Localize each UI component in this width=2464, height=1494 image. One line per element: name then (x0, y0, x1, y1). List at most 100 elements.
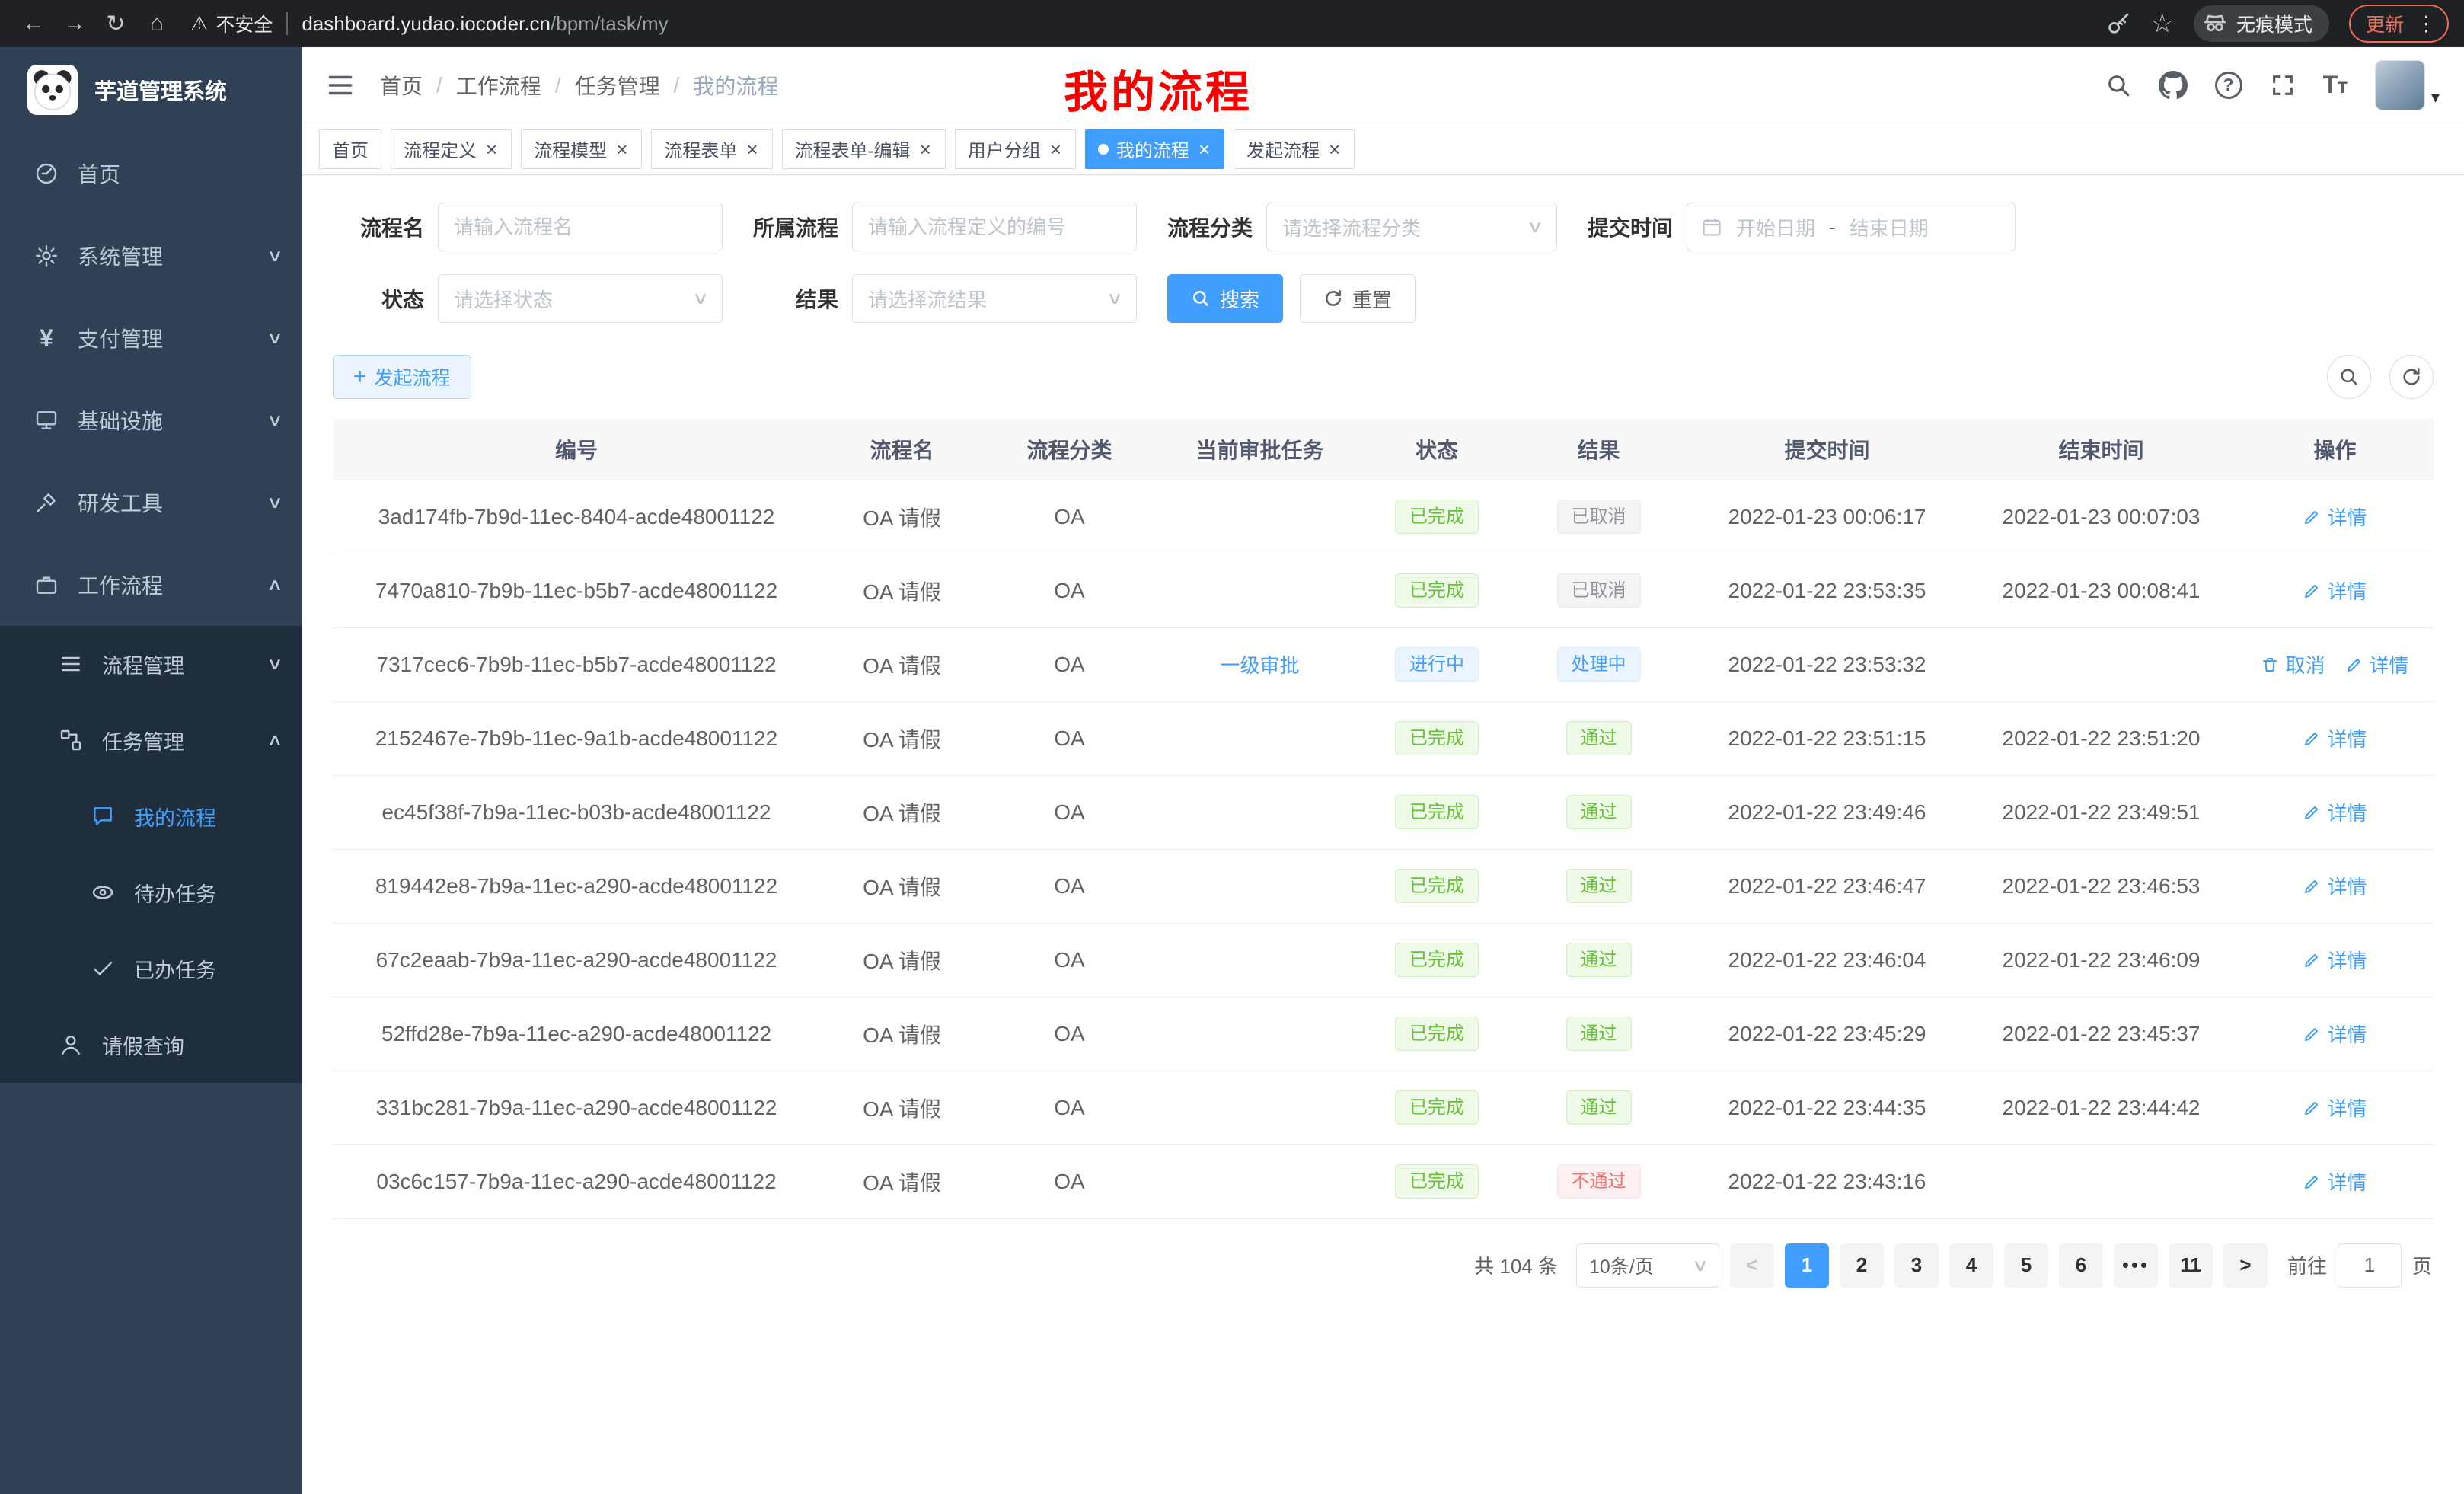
submit-time-range-picker[interactable]: 开始日期 - 结束日期 (1687, 203, 2016, 251)
user-menu[interactable]: ▾ (2375, 60, 2440, 110)
cell-category: OA (984, 1144, 1155, 1218)
avatar[interactable] (2375, 60, 2425, 110)
sidebar-item-devtools[interactable]: 研发工具 ∨ (0, 461, 302, 544)
detail-link[interactable]: 详情 (2303, 946, 2367, 974)
end-date-placeholder: 结束日期 (1850, 213, 1929, 241)
close-icon[interactable]: × (484, 139, 499, 159)
sidebar-item-my-process[interactable]: 我的流程 (0, 778, 302, 854)
search-icon[interactable] (2105, 72, 2131, 98)
sidebar-item-payment[interactable]: ¥ 支付管理 ∨ (0, 297, 302, 379)
detail-link[interactable]: 详情 (2303, 503, 2367, 531)
home-icon[interactable]: ⌂ (139, 5, 175, 42)
refresh-table-button[interactable] (2389, 355, 2434, 399)
tab-process-model[interactable]: 流程模型× (521, 129, 642, 169)
page-button[interactable]: 2 (1840, 1243, 1884, 1288)
page-button-last[interactable]: 11 (2169, 1243, 2213, 1288)
result-tag: 通过 (1566, 721, 1632, 756)
category-select[interactable]: 请选择流程分类 ∨ (1266, 203, 1557, 251)
tab-start-process[interactable]: 发起流程× (1234, 129, 1355, 169)
breadcrumb-item[interactable]: 工作流程 (456, 70, 541, 101)
bookmark-star-icon[interactable]: ☆ (2150, 8, 2173, 39)
detail-link[interactable]: 详情 (2303, 576, 2367, 605)
toggle-search-button[interactable] (2327, 355, 2371, 399)
cancel-link[interactable]: 取消 (2261, 650, 2325, 678)
sidebar-item-leave-query[interactable]: 请假查询 (0, 1007, 302, 1083)
tab-process-form[interactable]: 流程表单× (651, 129, 772, 169)
reload-icon[interactable]: ↻ (97, 5, 134, 42)
sidebar-item-process-management[interactable]: 流程管理 ∨ (0, 626, 302, 702)
tab-process-form-edit[interactable]: 流程表单-编辑× (782, 129, 946, 169)
page-button[interactable]: 5 (2004, 1243, 2048, 1288)
sidebar-item-done-tasks[interactable]: 已办任务 (0, 931, 302, 1007)
sidebar-item-system[interactable]: 系统管理 ∨ (0, 215, 302, 297)
detail-link[interactable]: 详情 (2303, 1020, 2367, 1048)
status-select[interactable]: 请选择状态 ∨ (438, 274, 723, 323)
process-table: 编号 流程名 流程分类 当前审批任务 状态 结果 提交时间 结束时间 操作 3a… (302, 419, 2464, 1219)
current-task-link[interactable]: 一级审批 (1220, 650, 1299, 678)
result-select[interactable]: 请选择流结果 ∨ (852, 274, 1137, 323)
reset-button[interactable]: 重置 (1300, 274, 1416, 323)
url-text[interactable]: dashboard.yudao.iocoder.cn/bpm/task/my (302, 12, 668, 36)
detail-link[interactable]: 详情 (2345, 650, 2409, 678)
cell-category: OA (984, 923, 1155, 997)
key-icon[interactable] (2106, 11, 2130, 36)
sidebar-item-home[interactable]: 首页 (0, 132, 302, 215)
create-process-button[interactable]: + 发起流程 (333, 355, 471, 399)
cell-process-name: OA 请假 (820, 701, 984, 775)
close-icon[interactable]: × (1048, 139, 1063, 159)
sidebar-item-task-management[interactable]: 任务管理 ∧ (0, 702, 302, 778)
page-button[interactable]: 3 (1894, 1243, 1939, 1288)
help-icon[interactable]: ? (2215, 72, 2242, 99)
security-warning[interactable]: ⚠ 不安全 (190, 10, 273, 37)
cell-current-task (1155, 923, 1364, 997)
detail-link[interactable]: 详情 (2303, 872, 2367, 900)
kebab-menu-icon[interactable]: ⋮ (2416, 12, 2437, 36)
detail-link[interactable]: 详情 (2303, 798, 2367, 826)
font-size-icon[interactable]: TT (2323, 71, 2348, 99)
tab-home[interactable]: 首页 (319, 129, 381, 169)
next-page-button[interactable]: > (2223, 1243, 2268, 1288)
parent-process-input[interactable] (852, 203, 1137, 251)
more-pages-button[interactable]: ••• (2114, 1243, 2158, 1288)
goto-suffix: 页 (2412, 1251, 2432, 1279)
breadcrumb-item[interactable]: 首页 (380, 70, 423, 101)
close-icon[interactable]: × (1197, 139, 1211, 159)
fullscreen-icon[interactable] (2270, 72, 2296, 98)
page-button[interactable]: 1 (1785, 1243, 1829, 1288)
goto-page-input[interactable] (2338, 1243, 2402, 1288)
page-size-select[interactable]: 10条/页 ∨ (1576, 1243, 1719, 1288)
close-icon[interactable]: × (918, 139, 933, 159)
breadcrumb-item[interactable]: 任务管理 (575, 70, 660, 101)
process-name-input[interactable] (438, 203, 723, 251)
prev-page-button[interactable]: < (1730, 1243, 1774, 1288)
search-button[interactable]: 搜索 (1167, 274, 1283, 323)
forward-icon[interactable]: → (56, 5, 93, 42)
hamburger-icon[interactable] (327, 70, 357, 101)
github-icon[interactable] (2159, 71, 2188, 100)
page-button[interactable]: 6 (2059, 1243, 2103, 1288)
close-icon[interactable]: × (614, 139, 629, 159)
sidebar-item-infrastructure[interactable]: 基础设施 ∨ (0, 379, 302, 461)
tab-process-definition[interactable]: 流程定义× (391, 129, 512, 169)
cell-result: 通过 (1509, 923, 1688, 997)
back-icon[interactable]: ← (15, 5, 52, 42)
cell-id: 2152467e-7b9b-11ec-9a1b-acde48001122 (333, 701, 820, 775)
tab-user-group[interactable]: 用户分组× (955, 129, 1076, 169)
update-label[interactable]: 更新 (2366, 10, 2404, 37)
page-button[interactable]: 4 (1949, 1243, 1993, 1288)
close-icon[interactable]: × (1327, 139, 1342, 159)
tab-my-process[interactable]: 我的流程× (1085, 129, 1224, 169)
breadcrumb: 首页 / 工作流程 / 任务管理 / 我的流程 (380, 70, 778, 101)
sidebar-item-workflow[interactable]: 工作流程 ∧ (0, 544, 302, 626)
monitor-icon (32, 408, 61, 433)
detail-link[interactable]: 详情 (2303, 1093, 2367, 1122)
close-icon[interactable]: × (745, 139, 759, 159)
sidebar-item-todo-tasks[interactable]: 待办任务 (0, 854, 302, 931)
edit-icon (2303, 729, 2321, 748)
column-header: 编号 (333, 419, 820, 480)
browser-menu[interactable]: 更新 ⋮ (2349, 5, 2449, 43)
address-bar[interactable]: ⚠ 不安全 dashboard.yudao.iocoder.cn/bpm/tas… (190, 10, 2102, 37)
detail-link[interactable]: 详情 (2303, 724, 2367, 752)
sidebar: 芋道管理系统 首页 系统管理 ∨ ¥ 支付管理 ∨ 基础设施 ∨ (0, 47, 302, 1494)
detail-link[interactable]: 详情 (2303, 1167, 2367, 1196)
